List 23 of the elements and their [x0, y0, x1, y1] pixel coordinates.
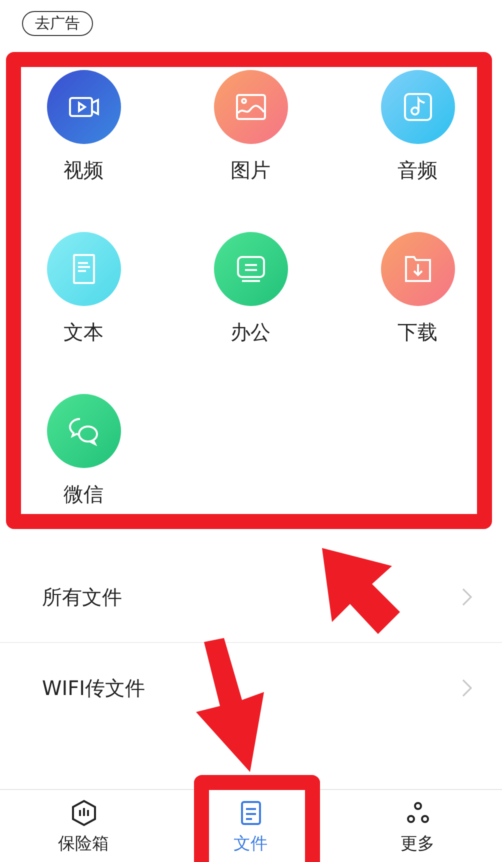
category-item[interactable]: 音频: [334, 70, 501, 182]
row-label: WIFI传文件: [42, 674, 146, 702]
category-label: 文本: [64, 320, 104, 344]
category-item[interactable]: 图片: [167, 70, 334, 182]
category-label: 办公: [230, 320, 270, 344]
nav-tab[interactable]: 更多: [334, 790, 501, 862]
category-label: 音频: [398, 158, 438, 182]
category-item[interactable]: 办公: [167, 232, 334, 344]
category-label: 视频: [64, 158, 104, 182]
nav-tab[interactable]: 保险箱: [0, 790, 167, 862]
category-item[interactable]: 文本: [0, 232, 167, 344]
category-item[interactable]: 视频: [0, 70, 167, 182]
list-row[interactable]: WIFI传文件: [0, 643, 502, 733]
category-item[interactable]: 下载: [334, 232, 501, 344]
category-label: 下载: [398, 320, 438, 344]
chevron-right-icon: [462, 679, 472, 697]
row-label: 所有文件: [42, 584, 122, 610]
remove-ads-button[interactable]: 去广告: [22, 11, 93, 36]
nav-tab[interactable]: 文件: [167, 790, 334, 862]
category-label: 图片: [230, 158, 270, 182]
category-item[interactable]: 微信: [0, 394, 167, 506]
category-label: 微信: [64, 482, 104, 506]
chevron-right-icon: [462, 588, 472, 606]
